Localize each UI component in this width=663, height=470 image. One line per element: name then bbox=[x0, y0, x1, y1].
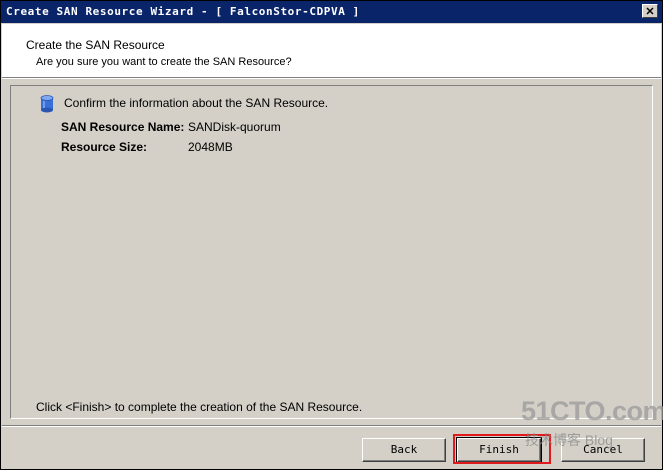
resource-name-label: SAN Resource Name: bbox=[61, 120, 185, 134]
page-subtitle: Are you sure you want to create the SAN … bbox=[36, 56, 292, 68]
resource-name-value: SANDisk-quorum bbox=[188, 120, 281, 134]
instruction-text: Click <Finish> to complete the creation … bbox=[36, 400, 363, 414]
back-button[interactable]: Back bbox=[362, 438, 446, 462]
content-panel: Confirm the information about the SAN Re… bbox=[10, 85, 653, 419]
page-title: Create the SAN Resource bbox=[26, 38, 165, 52]
window-title: Create SAN Resource Wizard - [ FalconSto… bbox=[6, 5, 360, 18]
wizard-window: Create SAN Resource Wizard - [ FalconSto… bbox=[0, 0, 663, 470]
title-bar[interactable]: Create SAN Resource Wizard - [ FalconSto… bbox=[1, 1, 662, 23]
close-icon: ✕ bbox=[645, 6, 655, 18]
close-button[interactable]: ✕ bbox=[642, 4, 658, 18]
database-icon bbox=[40, 95, 54, 113]
confirm-text: Confirm the information about the SAN Re… bbox=[64, 96, 329, 110]
wizard-header: Create the SAN Resource Are you sure you… bbox=[2, 24, 661, 78]
resource-size-label: Resource Size: bbox=[61, 140, 148, 154]
finish-highlight-box bbox=[453, 434, 551, 464]
cancel-button[interactable]: Cancel bbox=[561, 438, 645, 462]
button-separator bbox=[2, 425, 661, 427]
header-divider bbox=[2, 78, 661, 79]
resource-size-value: 2048MB bbox=[188, 140, 233, 154]
